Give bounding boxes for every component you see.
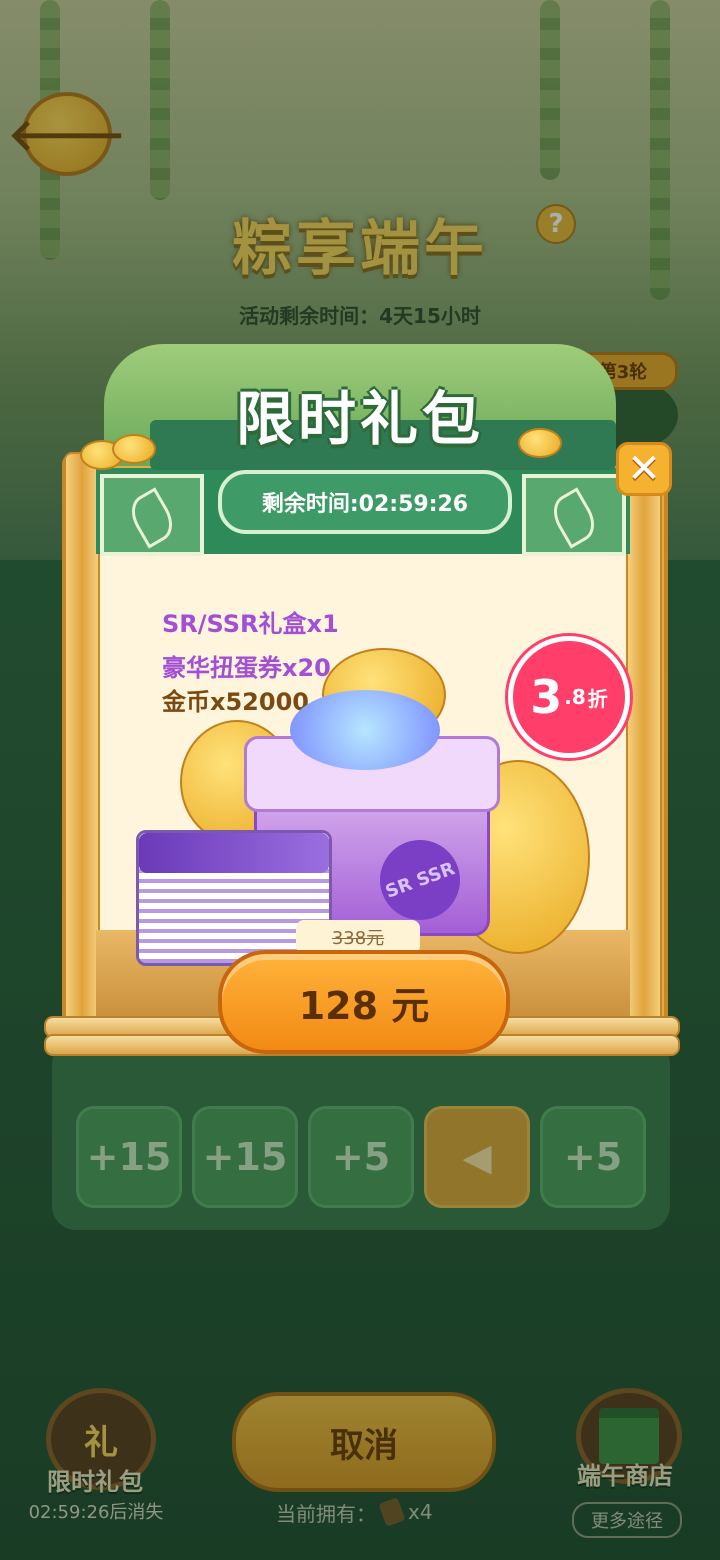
reward-item: SR/SSR礼盒x1 — [162, 610, 339, 638]
discount-badge: 3 .8 折 — [508, 636, 630, 758]
coin-icon — [518, 428, 562, 458]
buy-button[interactable]: 128 元 — [218, 950, 510, 1054]
original-price: 338元 — [296, 920, 420, 954]
awning-leaf-icon — [522, 474, 626, 556]
reward-item: 金币x52000 — [162, 688, 309, 716]
discount-decimal: .8 — [564, 685, 586, 709]
awning-leaf-icon — [100, 474, 204, 556]
popup-title: 限时礼包 — [235, 385, 484, 453]
popup-timer: 剩余时间:02:59:26 — [218, 470, 512, 534]
discount-value: 3 — [530, 670, 563, 724]
frame-pillar-right — [626, 452, 662, 1026]
close-button[interactable]: ✕ — [616, 442, 672, 496]
coin-icon — [112, 434, 156, 464]
reward-item: 豪华扭蛋券x20 — [162, 654, 331, 682]
discount-unit: 折 — [587, 686, 608, 711]
frame-pillar-left — [64, 452, 100, 1026]
gift-bow-icon — [290, 690, 440, 770]
